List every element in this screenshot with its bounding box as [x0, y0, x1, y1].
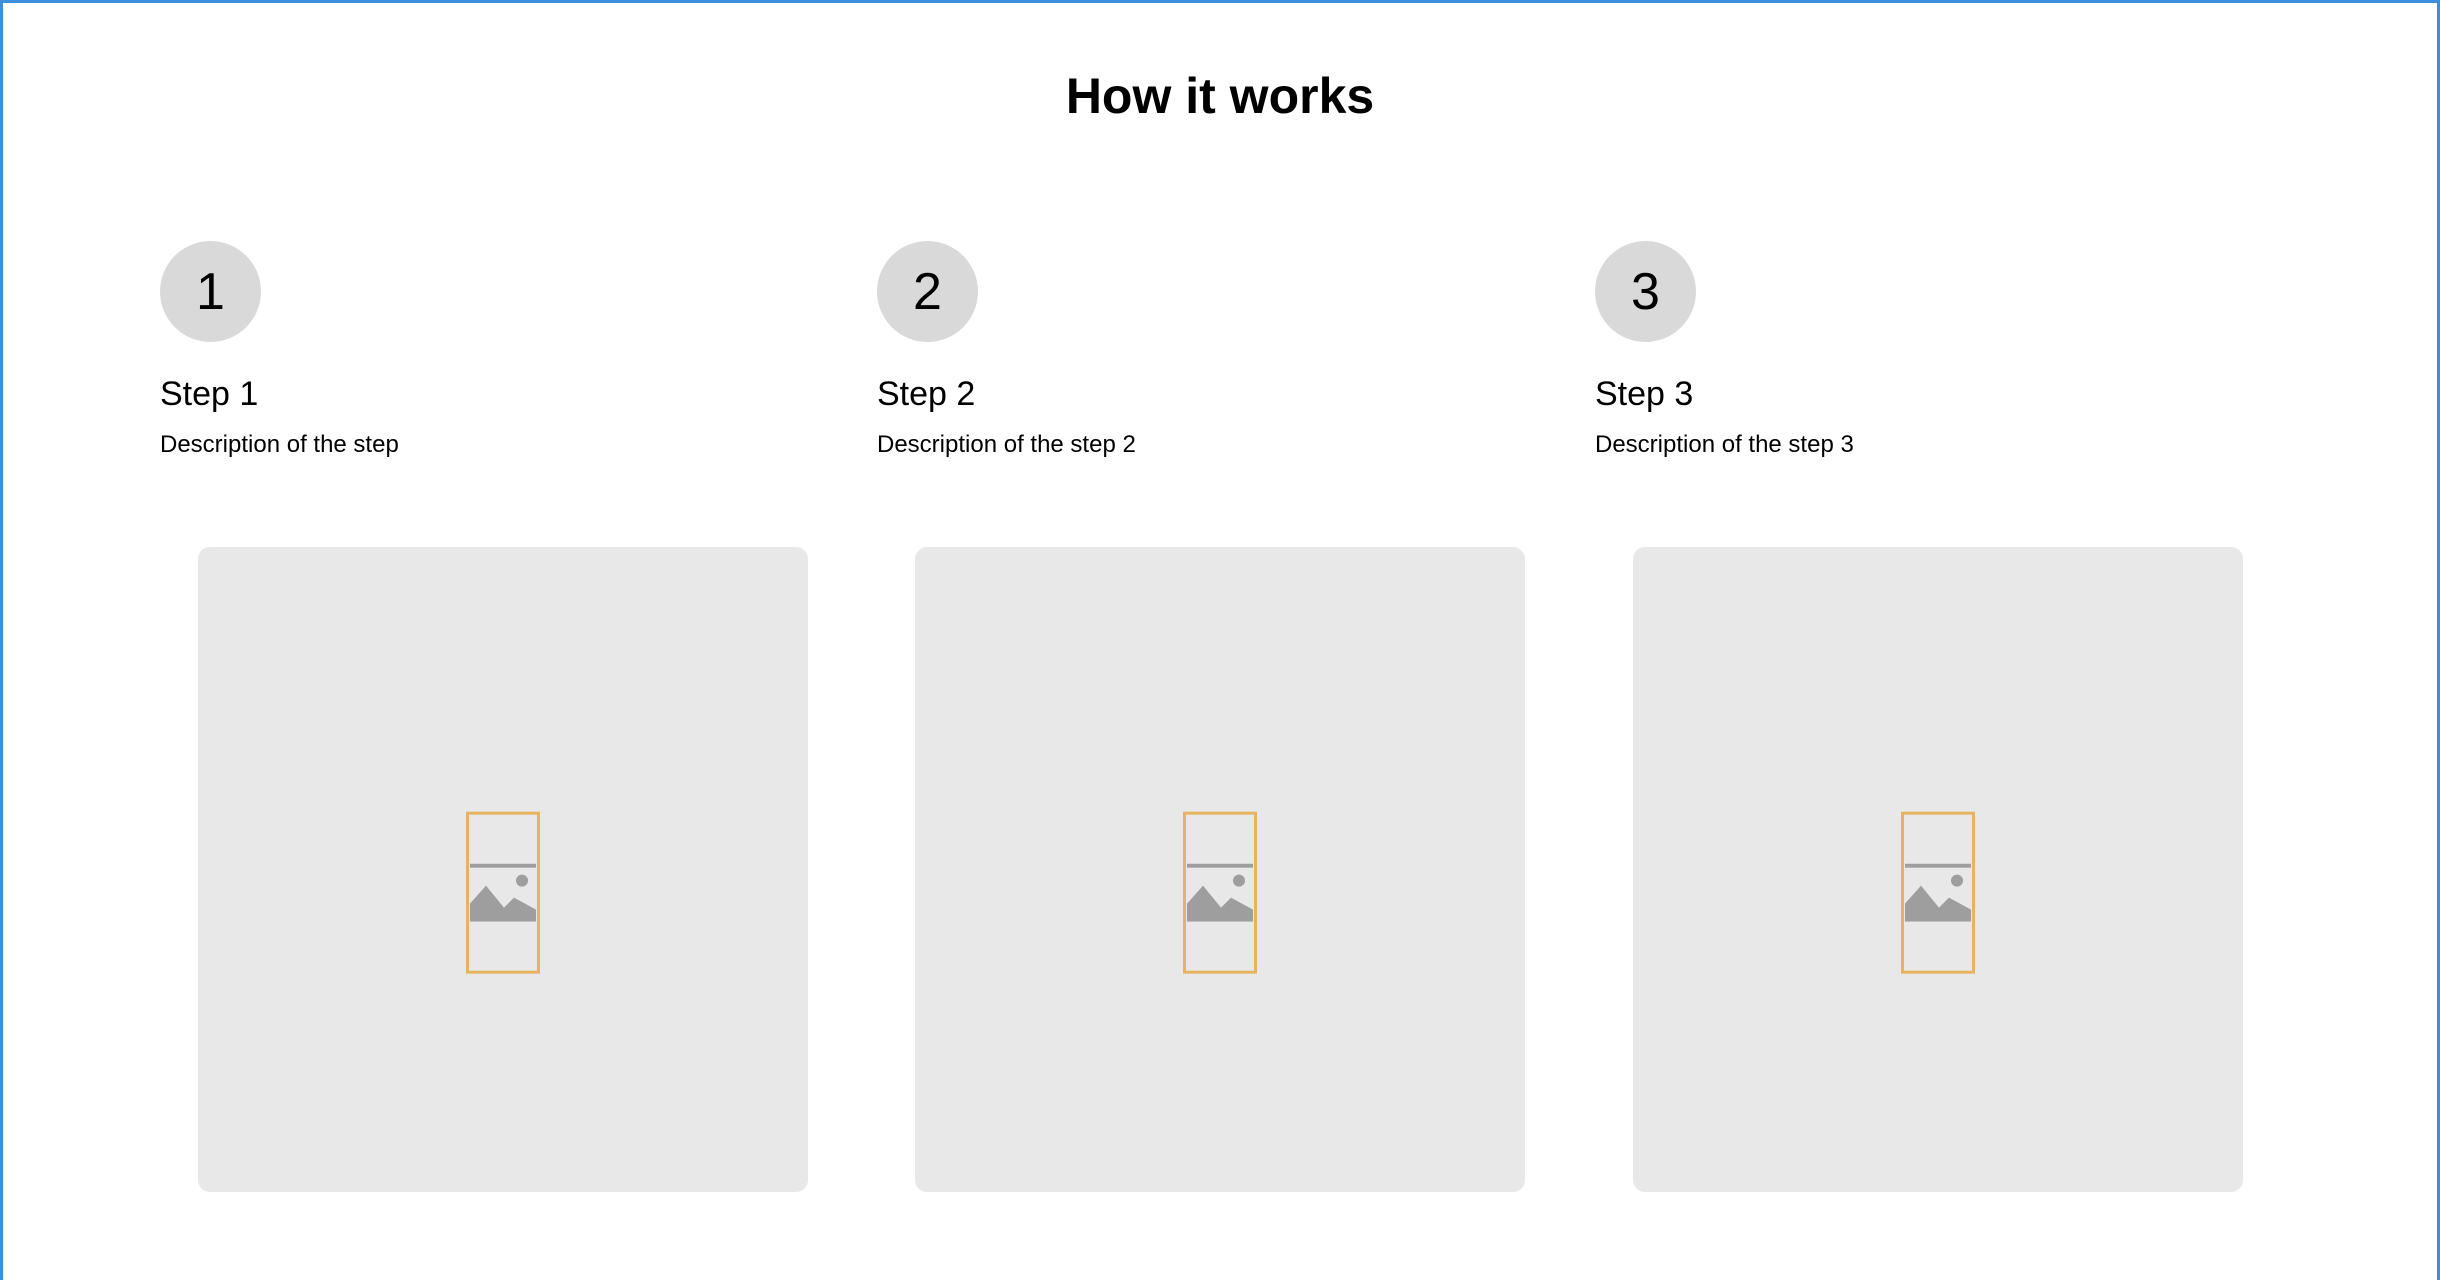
step-number-badge: 3: [1595, 241, 1696, 342]
step-1: 1 Step 1 Description of the step: [160, 241, 800, 462]
step-number-badge: 1: [160, 241, 261, 342]
step-title: Step 1: [160, 375, 259, 413]
step-description: Description of the step 3: [1595, 431, 1854, 458]
image-placeholder-icon: [1187, 863, 1253, 922]
page-frame: How it works 1 Step 1 Description of the…: [0, 0, 2440, 1280]
step-description: Description of the step 2: [877, 431, 1136, 458]
step-2-image-card: [915, 547, 1525, 1192]
image-placeholder: [1183, 811, 1257, 974]
step-3-image-card: [1633, 547, 2243, 1192]
image-placeholder: [1901, 811, 1975, 974]
image-placeholder-icon: [470, 863, 536, 922]
step-2: 2 Step 2 Description of the step 2: [877, 241, 1517, 462]
step-description: Description of the step: [160, 431, 399, 458]
step-title: Step 3: [1595, 375, 1694, 413]
image-placeholder-icon: [1905, 863, 1971, 922]
image-placeholder: [466, 811, 540, 974]
step-3: 3 Step 3 Description of the step 3: [1595, 241, 2235, 462]
section-title: How it works: [1065, 68, 1375, 124]
step-1-image-card: [198, 547, 808, 1192]
step-number-badge: 2: [877, 241, 978, 342]
step-title: Step 2: [877, 375, 976, 413]
